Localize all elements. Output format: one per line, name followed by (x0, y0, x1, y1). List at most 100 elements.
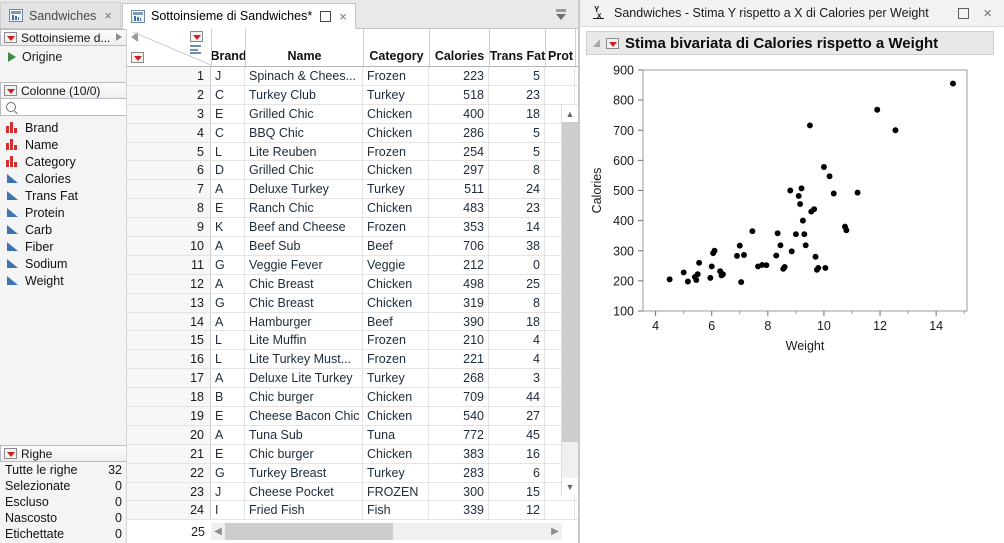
table-cell[interactable]: Chicken (363, 161, 429, 180)
table-cell[interactable]: 400 (429, 104, 489, 123)
table-cell[interactable]: 4 (489, 331, 545, 350)
table-cell[interactable]: Chic Breast (245, 293, 363, 312)
table-cell[interactable]: Turkey (363, 180, 429, 199)
row-number[interactable]: 2 (127, 85, 211, 104)
table-cell[interactable]: 254 (429, 142, 489, 161)
row-number[interactable]: 24 (127, 501, 211, 519)
table-row[interactable]: 9 K Beef and Cheese Frozen 353 14 (127, 218, 578, 238)
data-point[interactable] (815, 264, 822, 271)
table-cell[interactable]: 511 (429, 180, 489, 199)
column-item-weight[interactable]: Weight (0, 272, 126, 289)
table-cell[interactable]: 45 (489, 425, 545, 444)
data-point[interactable] (693, 277, 700, 283)
table-cell[interactable]: Frozen (363, 218, 429, 237)
grid-horizontal-scrollbar[interactable]: ◀ ▶ (211, 523, 562, 540)
row-number[interactable]: 19 (127, 407, 211, 425)
data-point[interactable] (777, 242, 784, 249)
column-item-calories[interactable]: Calories (0, 170, 126, 187)
data-point[interactable] (749, 228, 756, 235)
table-cell[interactable]: 8 (489, 161, 545, 180)
grid-vertical-scrollbar[interactable]: ▲ ▼ (561, 105, 578, 495)
table-cell[interactable]: Frozen (363, 67, 429, 85)
table-cell[interactable]: 319 (429, 293, 489, 312)
table-row[interactable]: 20 A Tuna Sub Tuna 772 45 (127, 425, 578, 445)
scatter-plot-svg[interactable]: 100 200 300 400 500 600 700 800 900 4 6 8 10 12 14 Weig… (585, 61, 990, 381)
collapse-triangle-icon[interactable] (593, 39, 600, 47)
table-cell[interactable]: Beef and Cheese (245, 218, 363, 237)
data-point[interactable] (734, 252, 740, 259)
table-cell[interactable]: 12 (489, 501, 545, 519)
data-point[interactable] (792, 231, 799, 238)
data-point[interactable] (843, 227, 850, 234)
row-number[interactable]: 4 (127, 123, 211, 142)
table-cell[interactable]: 18 (489, 312, 545, 331)
disclosure-arrow-icon[interactable] (116, 33, 122, 41)
table-cell[interactable]: Chic burger (245, 388, 363, 407)
data-point[interactable] (799, 217, 806, 224)
tab-sottoinsieme-di-sandwiches[interactable]: Sottoinsieme di Sandwiches* × (122, 3, 356, 29)
table-cell[interactable]: Turkey Breast (245, 463, 363, 482)
table-row[interactable]: 7 A Deluxe Turkey Turkey 511 24 (127, 180, 578, 200)
table-cell[interactable]: Lite Muffin (245, 331, 363, 350)
table-cell[interactable]: 0 (489, 255, 545, 274)
table-cell[interactable]: Beef (363, 312, 429, 331)
hscroll-track[interactable] (225, 523, 548, 540)
table-cell[interactable]: Veggie Fever (245, 255, 363, 274)
table-cell[interactable]: Cheese Bacon Chic (245, 407, 363, 425)
scrollbar-thumb[interactable] (225, 523, 393, 540)
table-cell[interactable]: A (211, 369, 245, 388)
row-number[interactable]: 9 (127, 218, 211, 237)
column-item-category[interactable]: Category (0, 153, 126, 170)
close-icon[interactable]: × (339, 10, 347, 23)
data-point[interactable] (763, 262, 770, 269)
column-header-brand[interactable]: Brand (212, 29, 246, 66)
table-cell[interactable]: 25 (489, 274, 545, 293)
table-cell[interactable]: E (211, 407, 245, 425)
data-point[interactable] (774, 230, 781, 237)
table-cell[interactable]: Chicken (363, 123, 429, 142)
red-triangle-menu-icon[interactable] (4, 85, 17, 96)
table-cell[interactable]: 221 (429, 350, 489, 369)
row-number[interactable]: 14 (127, 312, 211, 331)
data-point[interactable] (795, 192, 802, 199)
scatter-plot[interactable]: 100 200 300 400 500 600 700 800 900 4 6 8 10 12 14 Weig… (585, 61, 990, 381)
data-point[interactable] (741, 252, 747, 258)
column-item-sodium[interactable]: Sodium (0, 255, 126, 272)
column-item-fiber[interactable]: Fiber (0, 238, 126, 255)
data-point[interactable] (781, 264, 788, 270)
table-row[interactable]: 13 G Chic Breast Chicken 319 8 (127, 293, 578, 313)
table-cell[interactable]: L (211, 331, 245, 350)
table-row[interactable]: 11 G Veggie Fever Veggie 212 0 (127, 255, 578, 275)
table-cell[interactable]: 3 (489, 369, 545, 388)
table-cell[interactable]: Hamburger (245, 312, 363, 331)
data-point[interactable] (738, 279, 745, 286)
table-cell[interactable]: 283 (429, 463, 489, 482)
table-cell[interactable]: Chicken (363, 444, 429, 463)
table-cell[interactable]: A (211, 274, 245, 293)
table-row[interactable]: 24 I Fried Fish Fish 339 12 (127, 501, 578, 519)
red-triangle-menu-icon[interactable] (4, 448, 17, 459)
table-cell[interactable]: B (211, 388, 245, 407)
row-number[interactable]: 1 (127, 67, 211, 85)
table-cell[interactable]: Grilled Chic (245, 104, 363, 123)
scrollbar-thumb[interactable] (562, 122, 578, 442)
table-cell[interactable]: 6 (489, 463, 545, 482)
table-cell[interactable]: G (211, 255, 245, 274)
table-cell[interactable]: A (211, 312, 245, 331)
table-cell[interactable]: Ranch Chic (245, 199, 363, 218)
data-point[interactable] (773, 252, 780, 259)
table-row[interactable]: 5 L Lite Reuben Frozen 254 5 (127, 142, 578, 162)
data-point[interactable] (797, 201, 804, 208)
table-cell[interactable]: 286 (429, 123, 489, 142)
restore-icon[interactable] (320, 10, 332, 22)
table-cell[interactable]: Beef (363, 237, 429, 255)
table-cell[interactable]: 212 (429, 255, 489, 274)
table-cell[interactable]: K (211, 218, 245, 237)
table-panel-item-origine[interactable]: Origine (0, 48, 126, 66)
data-point[interactable] (666, 276, 673, 283)
data-point[interactable] (736, 242, 743, 249)
table-row[interactable]: 8 E Ranch Chic Chicken 483 23 (127, 199, 578, 219)
table-cell[interactable]: 5 (489, 142, 545, 161)
column-item-name[interactable]: Name (0, 136, 126, 153)
table-cell[interactable]: Chicken (363, 199, 429, 218)
